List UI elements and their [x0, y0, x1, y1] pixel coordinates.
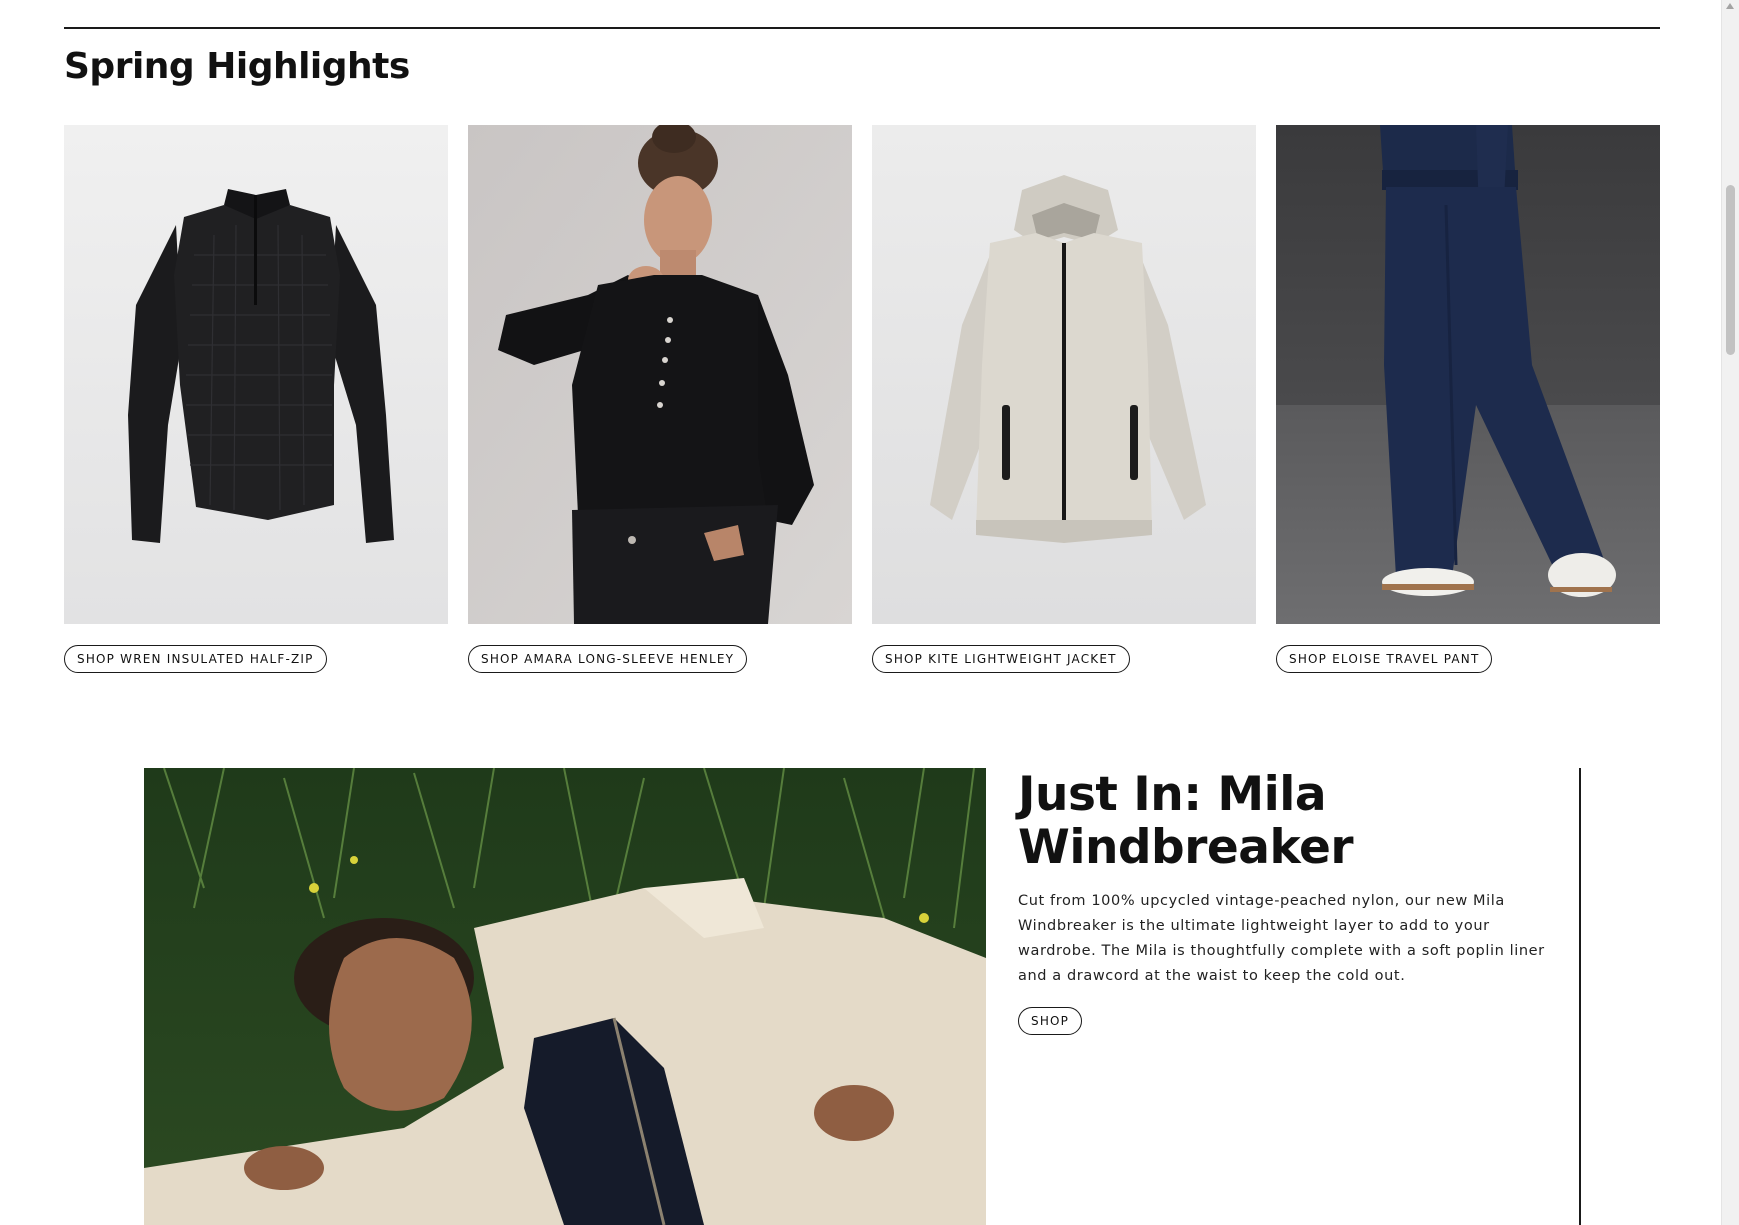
product-card-eloise: SHOP ELOISE TRAVEL PANT: [1276, 125, 1660, 673]
section-divider: [64, 27, 1660, 29]
scroll-up-arrow-icon[interactable]: [1726, 3, 1734, 9]
scrollbar-thumb[interactable]: [1726, 185, 1735, 355]
product-image-wren-half-zip[interactable]: [64, 125, 448, 624]
feature-description: Cut from 100% upcycled vintage-peached n…: [1018, 893, 1545, 984]
product-card-kite: SHOP KITE LIGHTWEIGHT JACKET: [872, 125, 1256, 673]
feature-title: Just In: Mila Windbreaker: [1018, 767, 1354, 875]
product-image-eloise-pant[interactable]: [1276, 125, 1660, 624]
feature-shop-button[interactable]: SHOP: [1018, 1007, 1083, 1035]
shop-kite-button[interactable]: SHOP KITE LIGHTWEIGHT JACKET: [872, 645, 1130, 673]
product-card-wren: SHOP WREN INSULATED HALF-ZIP: [64, 125, 448, 673]
page-scrollbar[interactable]: [1721, 0, 1739, 1225]
feature-image-mila-windbreaker[interactable]: [144, 768, 986, 1225]
product-image-kite-jacket[interactable]: [872, 125, 1256, 624]
shop-amara-button[interactable]: SHOP AMARA LONG-SLEEVE HENLEY: [468, 645, 748, 673]
page: Spring Highlights SHOP WREN INSULATED HA…: [0, 0, 1722, 1225]
feature-divider: [1579, 768, 1581, 1225]
product-image-amara-henley[interactable]: [468, 125, 852, 624]
shop-wren-button[interactable]: SHOP WREN INSULATED HALF-ZIP: [64, 645, 327, 673]
product-card-amara: SHOP AMARA LONG-SLEEVE HENLEY: [468, 125, 852, 673]
shop-eloise-button[interactable]: SHOP ELOISE TRAVEL PANT: [1276, 645, 1493, 673]
section-title: Spring Highlights: [64, 46, 410, 87]
